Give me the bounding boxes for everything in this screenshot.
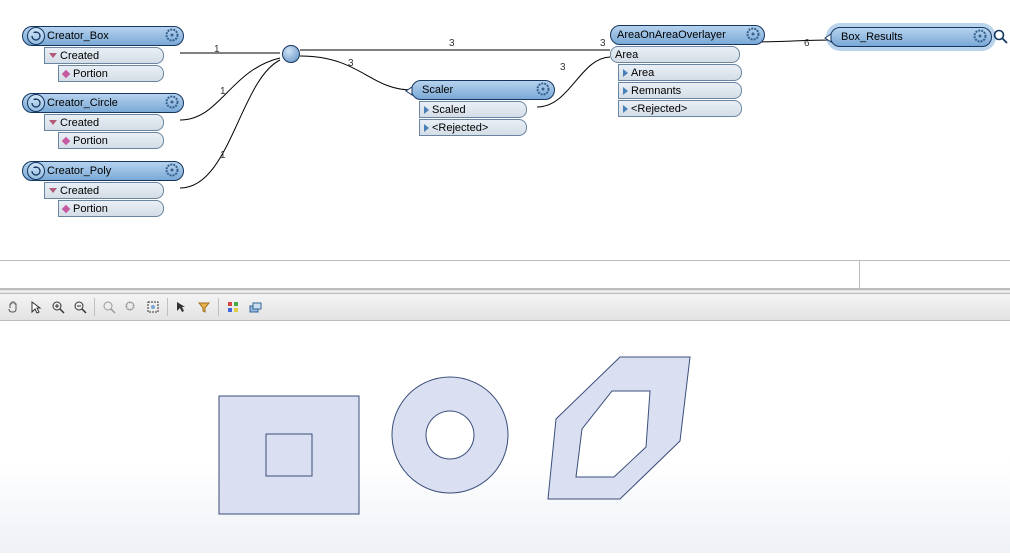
count-label: 3 <box>449 38 455 49</box>
port-portion[interactable]: Portion <box>58 200 164 217</box>
shape-donut <box>392 377 508 493</box>
port-portion[interactable]: Portion <box>58 65 164 82</box>
count-label: 3 <box>348 58 354 69</box>
expand-icon <box>49 120 57 125</box>
diamond-icon <box>62 136 70 144</box>
chevron-right-icon <box>424 106 429 114</box>
input-arrow-icon <box>825 33 835 45</box>
zoom-extent-icon[interactable] <box>143 297 163 317</box>
port-created[interactable]: Created <box>44 47 164 64</box>
preview-pane[interactable] <box>0 321 1010 553</box>
node-title: Creator_Circle <box>47 97 118 109</box>
chevron-right-icon <box>623 69 628 77</box>
node-results[interactable]: Box_Results <box>830 27 992 47</box>
select-tool-icon[interactable] <box>172 297 192 317</box>
viewer-toolbar <box>0 294 1010 321</box>
palette-icon[interactable] <box>223 297 243 317</box>
workflow-canvas[interactable]: 1 1 1 3 3 3 3 6 Creator_Box Created Port… <box>0 0 1010 260</box>
reader-icon <box>27 162 45 180</box>
gear-icon[interactable] <box>973 29 987 46</box>
zoom-out-icon[interactable] <box>70 297 90 317</box>
filter-icon[interactable] <box>194 297 214 317</box>
port-scaled[interactable]: Scaled <box>419 101 527 118</box>
magnifier-icon[interactable] <box>993 29 1009 48</box>
cursor-tool-icon[interactable] <box>26 297 46 317</box>
zoom-in-icon[interactable] <box>48 297 68 317</box>
count-label: 1 <box>214 44 220 55</box>
gear-icon[interactable] <box>746 27 760 44</box>
chevron-right-icon <box>623 87 628 95</box>
junction-node[interactable] <box>282 45 300 63</box>
hand-tool-icon[interactable] <box>4 297 24 317</box>
node-title: Creator_Box <box>47 30 109 42</box>
node-creator-poly[interactable]: Creator_Poly Created Portion <box>22 161 184 217</box>
port-created[interactable]: Created <box>44 114 164 131</box>
chevron-right-icon <box>623 105 628 113</box>
count-label: 1 <box>220 86 226 97</box>
diamond-icon <box>62 204 70 212</box>
node-title: Box_Results <box>841 31 903 43</box>
port-remnants[interactable]: Remnants <box>618 82 742 99</box>
port-rejected[interactable]: <Rejected> <box>618 100 742 117</box>
layers-icon[interactable] <box>245 297 265 317</box>
gear-icon[interactable] <box>165 163 179 180</box>
node-scaler[interactable]: Scaler Scaled <Rejected> <box>411 80 555 136</box>
node-overlayer[interactable]: AreaOnAreaOverlayer Area Area Remnants <… <box>610 25 765 117</box>
gear-icon[interactable] <box>165 95 179 112</box>
port-portion[interactable]: Portion <box>58 132 164 149</box>
port-area-out[interactable]: Area <box>618 64 742 81</box>
port-created[interactable]: Created <box>44 182 164 199</box>
node-creator-circle[interactable]: Creator_Circle Created Portion <box>22 93 184 149</box>
count-label: 3 <box>600 38 606 49</box>
node-title: Scaler <box>422 84 453 96</box>
chevron-right-icon <box>424 124 429 132</box>
diamond-icon <box>62 69 70 77</box>
port-area-in[interactable]: Area <box>610 46 740 63</box>
zoom-selection-icon[interactable] <box>121 297 141 317</box>
gear-icon[interactable] <box>165 28 179 45</box>
reader-icon <box>27 94 45 112</box>
expand-icon <box>49 188 57 193</box>
toolbar-divider <box>167 298 168 316</box>
input-arrow-icon <box>406 86 416 98</box>
reader-icon <box>27 27 45 45</box>
shape-poly <box>548 357 690 499</box>
toolbar-divider <box>94 298 95 316</box>
expand-icon <box>49 53 57 58</box>
shape-box <box>219 396 359 514</box>
node-title: AreaOnAreaOverlayer <box>617 29 726 41</box>
count-label: 6 <box>804 38 810 49</box>
gear-icon[interactable] <box>536 82 550 99</box>
zoom-reset-icon[interactable] <box>99 297 119 317</box>
count-label: 3 <box>560 62 566 73</box>
toolbar-divider <box>218 298 219 316</box>
port-rejected[interactable]: <Rejected> <box>419 119 527 136</box>
node-creator-box[interactable]: Creator_Box Created Portion <box>22 26 184 82</box>
count-label: 1 <box>220 150 226 161</box>
node-title: Creator_Poly <box>47 165 111 177</box>
panel-gap <box>0 260 1010 289</box>
